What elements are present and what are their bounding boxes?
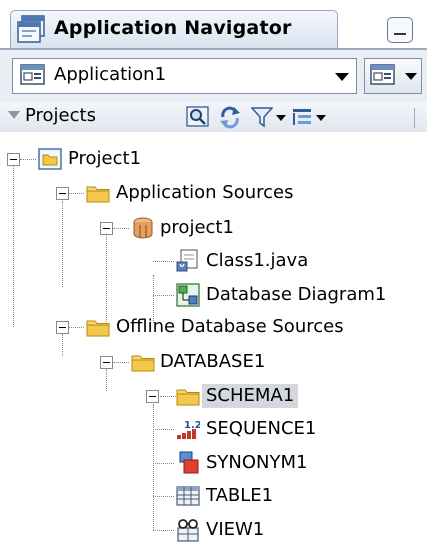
tree-node-synonym1[interactable]: SYNONYM1 (206, 451, 308, 475)
tree-collapse-toggle[interactable] (100, 222, 113, 235)
tree-node-database1[interactable]: DATABASE1 (160, 350, 265, 374)
folder-icon (86, 186, 110, 203)
tree-node-database-diagram1[interactable]: Database Diagram1 (206, 283, 386, 307)
tree-guide (153, 463, 174, 464)
tree-guide (68, 327, 84, 328)
tree-node-class1-java[interactable]: Class1.java (206, 249, 308, 273)
filter-icon[interactable] (251, 106, 273, 128)
toolbar-separator (414, 108, 415, 128)
folder-icon (86, 320, 110, 337)
folder-icon (176, 389, 200, 406)
synonym-icon (179, 451, 199, 474)
tree-guide (62, 334, 63, 356)
java-class-icon (176, 249, 198, 272)
tree-node-sequence1[interactable]: SEQUENCE1 (206, 417, 316, 441)
tree-guide (113, 362, 129, 363)
tree-guide (153, 429, 174, 430)
tree-node-offline-database-sources[interactable]: Offline Database Sources (116, 315, 344, 339)
tree-node-view1[interactable]: VIEW1 (206, 518, 264, 542)
find-icon[interactable] (186, 106, 210, 128)
tree-node-application-sources[interactable]: Application Sources (116, 181, 294, 205)
tree-collapse-toggle[interactable] (100, 356, 113, 369)
tree-guide (113, 228, 129, 229)
tree-collapse-toggle[interactable] (7, 153, 20, 166)
view-icon (177, 519, 199, 542)
tree-collapse-toggle[interactable] (56, 187, 69, 200)
database-diagram-icon (176, 283, 200, 307)
refresh-icon[interactable] (218, 105, 242, 129)
application-menu-icon (370, 64, 395, 85)
tree-guide (153, 404, 154, 530)
tree-guide (106, 235, 107, 324)
tree-guide (13, 165, 14, 327)
tree-guide (153, 295, 174, 296)
collapse-triangle-icon[interactable] (8, 111, 20, 119)
tree-guide (62, 201, 63, 287)
projects-label: Projects (25, 105, 96, 126)
chevron-down-icon[interactable] (316, 115, 326, 121)
tree-guide (106, 369, 107, 391)
application-select-value: Application1 (54, 64, 167, 85)
tree-node-project1-package[interactable]: project1 (160, 216, 234, 240)
table-icon (176, 486, 200, 506)
tree-collapse-toggle[interactable] (56, 321, 69, 334)
tree-collapse-toggle[interactable] (146, 390, 159, 403)
panel-title: Application Navigator (54, 17, 292, 39)
chevron-down-icon[interactable] (335, 73, 349, 81)
sort-icon[interactable] (291, 106, 313, 128)
tree-guide (160, 396, 176, 397)
tree-node-schema1[interactable]: SCHEMA1 (202, 384, 299, 408)
tree-guide (20, 159, 36, 160)
package-icon (133, 217, 153, 239)
application-icon (20, 64, 45, 85)
tree-guide (153, 530, 174, 531)
tree-node-table1[interactable]: TABLE1 (206, 484, 273, 508)
chevron-down-icon[interactable] (276, 115, 286, 121)
chevron-down-icon[interactable] (405, 73, 417, 80)
minimize-button[interactable] (387, 17, 413, 43)
application-navigator-icon (17, 15, 45, 43)
tree-guide (153, 261, 174, 262)
tree-guide (153, 496, 174, 497)
folder-icon (131, 355, 155, 372)
tree-guide (68, 193, 84, 194)
tree-node-project1[interactable]: Project1 (68, 147, 141, 171)
project-folder-icon (38, 148, 62, 170)
sequence-icon: 1.2 (177, 420, 200, 439)
